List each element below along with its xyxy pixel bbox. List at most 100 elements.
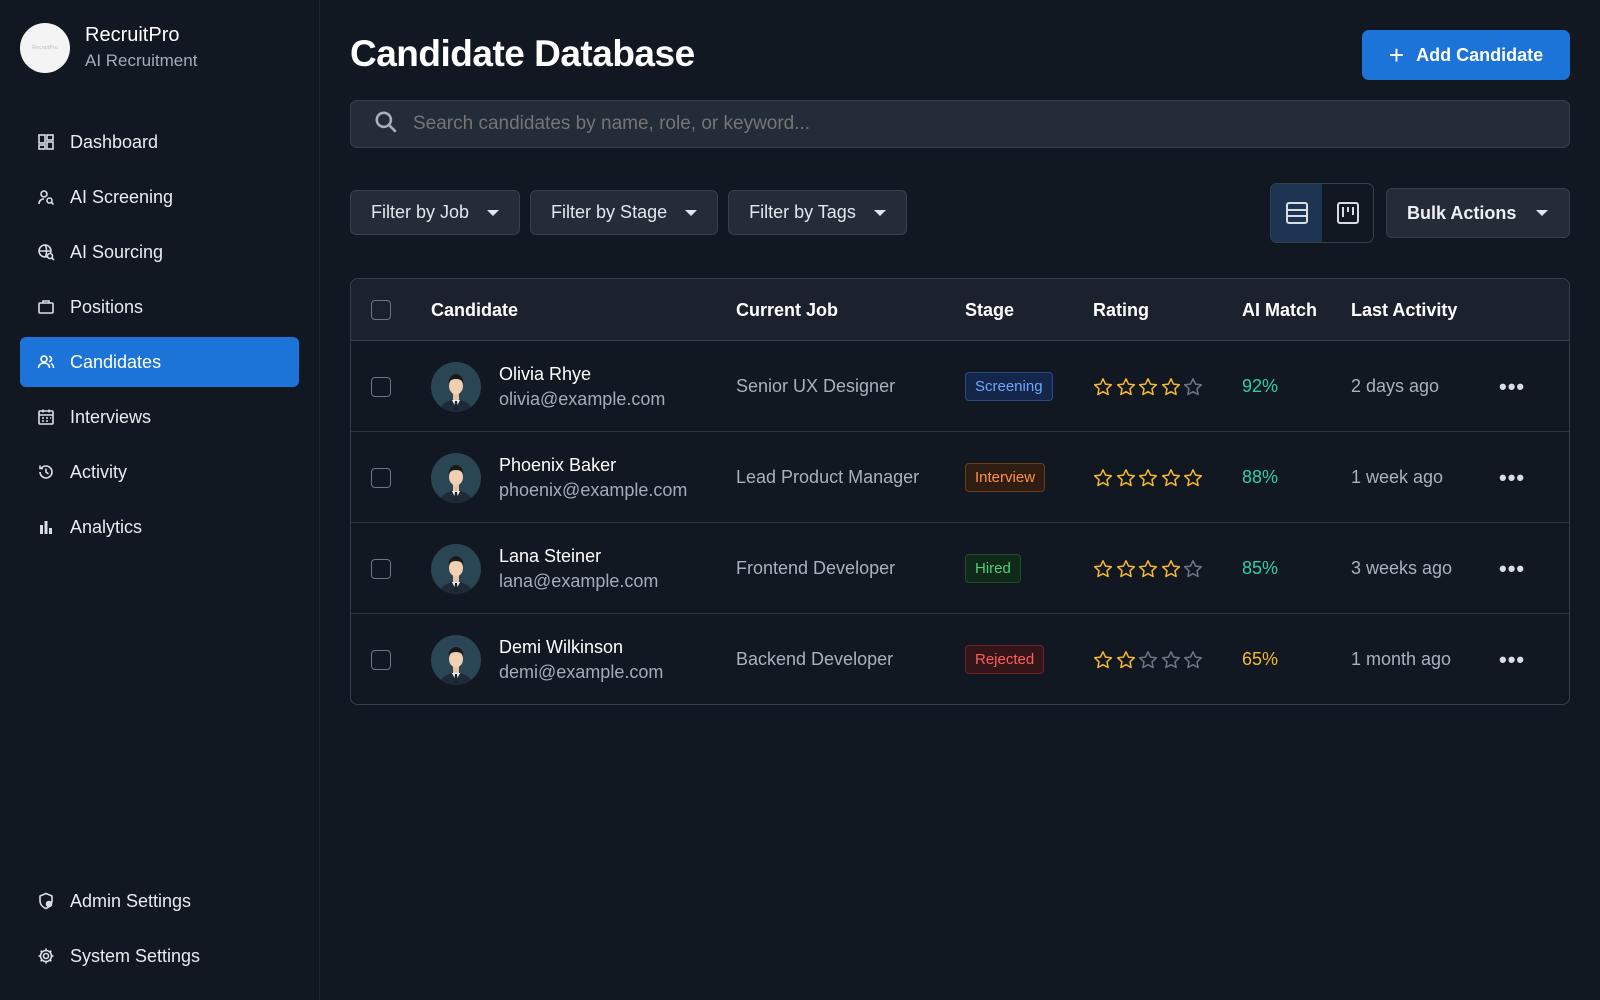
candidate-name[interactable]: Demi Wilkinson bbox=[499, 635, 663, 660]
filter-label: Filter by Tags bbox=[749, 202, 856, 222]
gear-icon bbox=[36, 946, 56, 966]
table-row[interactable]: Lana Steiner lana@example.com Frontend D… bbox=[351, 523, 1569, 614]
more-options-icon[interactable]: ••• bbox=[1499, 647, 1525, 673]
admin-shield-icon bbox=[36, 891, 56, 911]
table-row[interactable]: Olivia Rhye olivia@example.com Senior UX… bbox=[351, 341, 1569, 432]
candidate-email: phoenix@example.com bbox=[499, 479, 688, 500]
star-filled-icon bbox=[1138, 377, 1158, 395]
table-body: Olivia Rhye olivia@example.com Senior UX… bbox=[351, 341, 1569, 704]
column-header-candidate[interactable]: Candidate bbox=[431, 279, 518, 341]
ai-screening-icon bbox=[36, 187, 56, 207]
star-empty-icon bbox=[1183, 377, 1203, 395]
column-header-ai-match[interactable]: AI Match bbox=[1242, 279, 1317, 341]
list-view-button[interactable] bbox=[1271, 184, 1322, 242]
row-checkbox[interactable] bbox=[371, 467, 391, 488]
row-checkbox[interactable] bbox=[371, 649, 391, 670]
sidebar-item-candidates[interactable]: Candidates bbox=[20, 337, 299, 387]
calendar-icon bbox=[36, 407, 56, 427]
current-job: Lead Product Manager bbox=[736, 467, 920, 487]
table-row[interactable]: Demi Wilkinson demi@example.com Backend … bbox=[351, 614, 1569, 704]
sidebar-item-analytics[interactable]: Analytics bbox=[20, 502, 299, 552]
sidebar-item-positions[interactable]: Positions bbox=[20, 282, 299, 332]
more-options-icon[interactable]: ••• bbox=[1499, 465, 1525, 491]
candidate-email: olivia@example.com bbox=[499, 388, 666, 409]
sidebar: RecruitPro RecruitPro AI Recruitment Das… bbox=[0, 0, 320, 1000]
candidate-email: lana@example.com bbox=[499, 570, 659, 591]
sidebar-item-ai-sourcing[interactable]: AI Sourcing bbox=[20, 227, 299, 277]
add-candidate-button[interactable]: + Add Candidate bbox=[1362, 30, 1570, 80]
search-bar[interactable] bbox=[350, 100, 1570, 148]
avatar[interactable] bbox=[431, 634, 481, 685]
brand[interactable]: RecruitPro RecruitPro AI Recruitment bbox=[20, 22, 197, 74]
board-view-button[interactable] bbox=[1322, 184, 1373, 242]
bulk-actions-dropdown[interactable]: Bulk Actions bbox=[1386, 188, 1570, 238]
search-input[interactable] bbox=[413, 113, 1513, 135]
filter-by-stage-dropdown[interactable]: Filter by Stage bbox=[530, 190, 719, 235]
add-candidate-label: Add Candidate bbox=[1416, 44, 1544, 65]
column-header-current-job[interactable]: Current Job bbox=[736, 279, 838, 341]
table-row[interactable]: Phoenix Baker phoenix@example.com Lead P… bbox=[351, 432, 1569, 523]
kanban-icon bbox=[1336, 202, 1359, 224]
star-filled-icon bbox=[1093, 468, 1113, 486]
row-checkbox[interactable] bbox=[371, 376, 391, 397]
filter-by-tags-dropdown[interactable]: Filter by Tags bbox=[728, 190, 907, 235]
sidebar-item-dashboard[interactable]: Dashboard bbox=[20, 117, 299, 167]
avatar[interactable] bbox=[431, 452, 481, 503]
sidebar-item-label: Dashboard bbox=[70, 131, 159, 152]
stage-badge: Hired bbox=[965, 554, 1021, 583]
plus-icon: + bbox=[1388, 40, 1405, 70]
filter-by-job-dropdown[interactable]: Filter by Job bbox=[350, 190, 521, 235]
chevron-down-icon bbox=[1536, 210, 1549, 216]
column-header-rating[interactable]: Rating bbox=[1093, 279, 1149, 341]
current-job: Frontend Developer bbox=[736, 558, 896, 578]
candidate-table: Candidate Current Job Stage Rating AI Ma… bbox=[350, 278, 1570, 705]
sidebar-item-label: Analytics bbox=[70, 516, 143, 537]
star-filled-icon bbox=[1161, 377, 1180, 395]
stage-badge: Rejected bbox=[965, 645, 1045, 674]
filter-label: Filter by Stage bbox=[551, 202, 668, 222]
sidebar-item-activity[interactable]: Activity bbox=[20, 447, 299, 497]
sidebar-item-admin-settings[interactable]: Admin Settings bbox=[20, 876, 299, 926]
candidate-name[interactable]: Olivia Rhye bbox=[499, 362, 665, 387]
star-filled-icon bbox=[1116, 650, 1135, 668]
chevron-down-icon bbox=[873, 209, 886, 216]
star-filled-icon bbox=[1093, 650, 1113, 668]
star-filled-icon bbox=[1161, 468, 1180, 486]
brand-name: RecruitPro bbox=[85, 24, 180, 46]
star-filled-icon bbox=[1116, 468, 1135, 486]
more-options-icon[interactable]: ••• bbox=[1499, 374, 1525, 400]
column-header-last-activity[interactable]: Last Activity bbox=[1351, 279, 1457, 341]
view-toggle bbox=[1270, 183, 1374, 243]
avatar[interactable] bbox=[431, 361, 481, 412]
column-header-stage[interactable]: Stage bbox=[965, 279, 1014, 341]
table-header: Candidate Current Job Stage Rating AI Ma… bbox=[351, 279, 1569, 341]
sidebar-item-label: Interviews bbox=[70, 406, 152, 427]
sidebar-item-label: AI Screening bbox=[70, 186, 174, 207]
page-title: Candidate Database bbox=[350, 33, 695, 74]
star-empty-icon bbox=[1183, 650, 1203, 668]
avatar[interactable] bbox=[431, 543, 481, 594]
star-rating bbox=[1093, 377, 1206, 397]
chevron-down-icon bbox=[685, 209, 698, 216]
candidate-email: demi@example.com bbox=[499, 661, 664, 682]
chevron-down-icon bbox=[487, 209, 500, 216]
stage-badge: Screening bbox=[965, 372, 1053, 401]
sidebar-item-ai-screening[interactable]: AI Screening bbox=[20, 172, 299, 222]
sidebar-item-interviews[interactable]: Interviews bbox=[20, 392, 299, 442]
last-activity: 2 days ago bbox=[1351, 376, 1440, 396]
search-icon bbox=[373, 109, 399, 140]
row-checkbox[interactable] bbox=[371, 558, 391, 579]
filter-label: Filter by Job bbox=[371, 202, 470, 222]
select-all-checkbox[interactable] bbox=[371, 300, 391, 320]
last-activity: 1 week ago bbox=[1351, 467, 1444, 487]
bulk-actions-label: Bulk Actions bbox=[1407, 202, 1517, 223]
more-options-icon[interactable]: ••• bbox=[1499, 556, 1525, 582]
sidebar-item-system-settings[interactable]: System Settings bbox=[20, 931, 299, 981]
candidate-name[interactable]: Lana Steiner bbox=[499, 544, 658, 569]
briefcase-icon bbox=[36, 297, 56, 317]
brand-logo: RecruitPro bbox=[20, 23, 70, 73]
star-rating bbox=[1093, 468, 1206, 488]
ai-match-score: 88% bbox=[1242, 467, 1279, 487]
star-empty-icon bbox=[1161, 650, 1180, 668]
candidate-name[interactable]: Phoenix Baker bbox=[499, 453, 687, 478]
